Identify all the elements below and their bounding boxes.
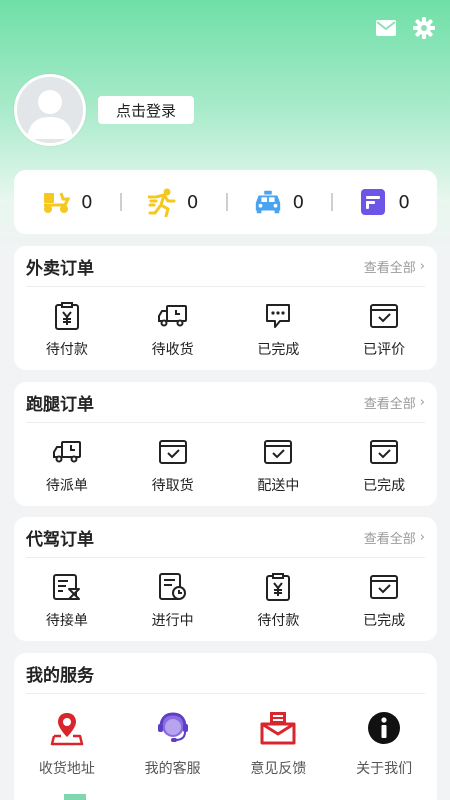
services-list: 收货地址 我的客服 意见反馈 关于我们 — [14, 694, 437, 778]
order-status-item[interactable]: 待付款 — [14, 301, 120, 359]
card-header: 跑腿订单 查看全部 › — [26, 382, 425, 423]
check-box-icon — [369, 572, 399, 602]
stat-count: 0 — [186, 191, 199, 213]
order-status-item[interactable]: 待收货 — [120, 301, 226, 359]
check-box-icon — [263, 437, 293, 467]
card-title: 我的服务 — [26, 665, 94, 686]
order-status-label: 已评价 — [363, 342, 406, 358]
service-support[interactable]: 我的客服 — [120, 710, 226, 778]
order-status-item[interactable]: 配送中 — [226, 437, 332, 495]
order-status-label: 待收货 — [151, 342, 194, 358]
service-feedback[interactable]: 意见反馈 — [226, 710, 332, 778]
customer-service-icon — [155, 710, 191, 746]
delivery-truck-icon — [157, 301, 188, 331]
order-status-list: 待付款 待收货 已完成 已评价 — [14, 287, 437, 359]
view-all-link[interactable]: 查看全部 › — [364, 257, 425, 276]
stat-count: 0 — [292, 191, 305, 213]
order-status-label: 已完成 — [257, 342, 300, 358]
card-header: 代驾订单 查看全部 › — [26, 517, 425, 558]
order-status-item[interactable]: 待取货 — [120, 437, 226, 495]
order-status-item[interactable]: 待派单 — [14, 437, 120, 495]
card-title: 外卖订单 — [26, 258, 94, 279]
errand-orders-card: 跑腿订单 查看全部 › 待派单 待取货 配送中 已完成 — [14, 382, 437, 506]
order-status-label: 待付款 — [45, 342, 88, 358]
chevron-right-icon: › — [419, 258, 425, 274]
order-status-label: 进行中 — [151, 613, 194, 629]
order-status-item[interactable]: 已完成 — [331, 437, 437, 495]
card-header: 外卖订单 查看全部 › — [26, 246, 425, 287]
stat-count: 0 — [398, 191, 410, 213]
check-box-icon — [158, 437, 188, 467]
order-status-label: 待接单 — [45, 613, 88, 629]
service-label: 我的客服 — [144, 761, 201, 777]
order-status-item[interactable]: 进行中 — [120, 572, 226, 630]
avatar[interactable] — [14, 74, 86, 146]
order-status-item[interactable]: 待接单 — [14, 572, 120, 630]
driver-orders-card: 代驾订单 查看全部 › 待接单 进行中 待付款 已完成 — [14, 517, 437, 641]
feedback-mailbox-icon — [260, 710, 296, 746]
card-header: 我的服务 — [26, 653, 425, 694]
info-icon — [366, 710, 402, 746]
view-all-label: 查看全部 — [363, 260, 416, 276]
view-all-link[interactable]: 查看全部 › — [364, 528, 425, 547]
stat-count: 0 — [81, 191, 93, 213]
scooter-icon — [41, 187, 71, 217]
order-status-item[interactable]: 已完成 — [226, 301, 332, 359]
stat-runner[interactable]: 0 — [120, 187, 226, 217]
service-about[interactable]: 关于我们 — [331, 710, 437, 778]
check-box-icon — [369, 301, 399, 331]
card-title: 代驾订单 — [26, 529, 94, 550]
payment-icon — [263, 572, 293, 602]
chat-bubble-icon — [263, 301, 293, 331]
order-status-item[interactable]: 已评价 — [331, 301, 437, 359]
order-status-label: 待付款 — [257, 613, 300, 629]
order-status-label: 已完成 — [363, 613, 406, 629]
takeout-orders-card: 外卖订单 查看全部 › 待付款 待收货 已完成 已评价 — [14, 246, 437, 370]
stat-note[interactable]: 0 — [331, 187, 437, 217]
location-pin-icon — [49, 710, 85, 746]
view-all-link[interactable]: 查看全部 › — [364, 393, 425, 412]
order-status-list: 待派单 待取货 配送中 已完成 — [14, 423, 437, 495]
card-title: 跑腿订单 — [26, 394, 94, 415]
profile-section: 点击登录 — [14, 74, 195, 146]
service-label: 关于我们 — [356, 761, 413, 777]
view-all-label: 查看全部 — [363, 396, 416, 412]
note-icon — [358, 187, 388, 217]
order-status-item[interactable]: 待付款 — [226, 572, 332, 630]
stat-taxi[interactable]: 0 — [226, 187, 332, 217]
payment-icon — [52, 301, 82, 331]
truck-clock-icon — [52, 437, 82, 467]
service-label: 收货地址 — [38, 761, 95, 777]
login-button[interactable]: 点击登录 — [98, 96, 195, 124]
services-card: 我的服务 收货地址 我的客服 意见反馈 关于我们 — [14, 653, 437, 800]
mail-icon[interactable] — [374, 16, 398, 40]
service-label: 意见反馈 — [250, 761, 307, 777]
runner-icon — [147, 187, 177, 217]
order-status-label: 已完成 — [363, 478, 406, 494]
order-status-list: 待接单 进行中 待付款 已完成 — [14, 558, 437, 630]
chevron-right-icon: › — [419, 529, 425, 545]
view-all-label: 查看全部 — [363, 531, 416, 547]
service-address[interactable]: 收货地址 — [14, 710, 120, 778]
check-box-icon — [369, 437, 399, 467]
stats-bar: 0 0 0 0 — [14, 170, 437, 234]
stat-scooter[interactable]: 0 — [14, 187, 120, 217]
taxi-icon — [253, 187, 283, 217]
order-status-item[interactable]: 已完成 — [331, 572, 437, 630]
order-status-label: 待取货 — [151, 478, 194, 494]
order-status-label: 待派单 — [45, 478, 88, 494]
order-status-label: 配送中 — [257, 478, 300, 494]
list-clock-icon — [158, 572, 188, 602]
header-actions — [374, 16, 436, 40]
partial-service-icon — [64, 794, 86, 800]
chevron-right-icon: › — [419, 394, 425, 410]
gear-icon[interactable] — [412, 16, 436, 40]
list-hourglass-icon — [52, 572, 82, 602]
